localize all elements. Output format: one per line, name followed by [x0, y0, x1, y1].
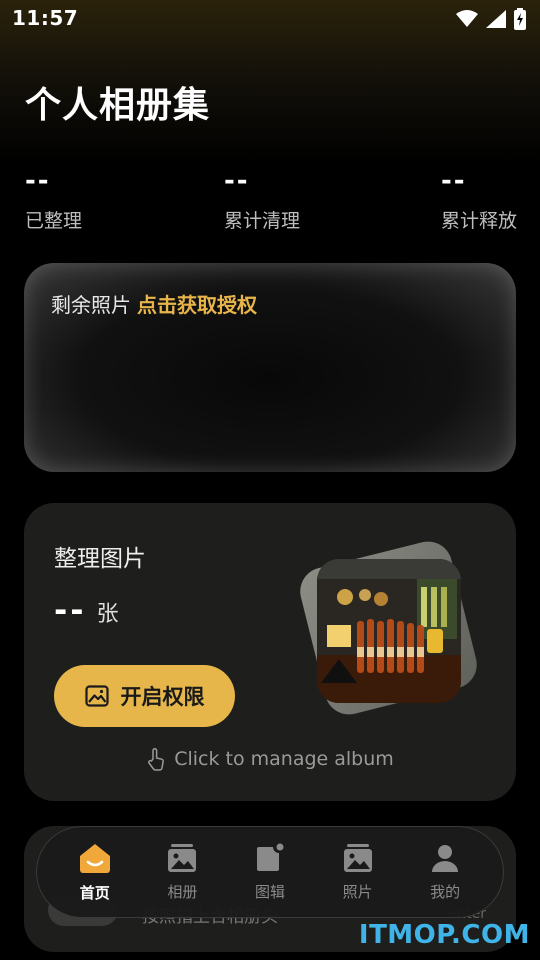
bar-photo-thumbnail: [317, 559, 461, 703]
authorize-link[interactable]: 点击获取授权: [137, 293, 257, 317]
page-title: 个人相册集: [25, 85, 211, 126]
remaining-photos-label: 剩余照片: [51, 293, 131, 317]
tab-album[interactable]: 相册: [142, 843, 222, 902]
manage-album-hint[interactable]: Click to manage album: [24, 747, 516, 771]
profile-icon: [432, 844, 459, 872]
stat-value: --: [441, 166, 467, 196]
stat-released: -- 累计释放: [441, 168, 517, 233]
remaining-photos-card[interactable]: 剩余照片 点击获取授权: [24, 263, 516, 472]
manage-album-text: Click to manage album: [174, 748, 394, 770]
enable-permission-button[interactable]: 开启权限: [54, 665, 235, 727]
album-icon: [168, 843, 197, 872]
watermark: ITMOP.COM: [358, 920, 530, 950]
tab-label: 图辑: [254, 882, 285, 901]
bar-photo-image: [317, 559, 461, 703]
tab-label: 相册: [167, 882, 198, 901]
battery-icon: [514, 8, 526, 30]
status-time: 11:57: [12, 6, 79, 30]
tab-label: 照片: [342, 882, 373, 901]
status-icons: [456, 8, 526, 30]
photo-icon: [343, 843, 372, 872]
tab-label: 首页: [79, 883, 110, 902]
photo-stack: [295, 533, 489, 720]
collection-icon: [256, 843, 284, 871]
signal-icon: [486, 10, 506, 28]
stat-value: --: [25, 166, 51, 196]
organize-count-value: --: [54, 591, 87, 629]
remaining-photos-title: 剩余照片 点击获取授权: [51, 289, 257, 318]
tab-photos[interactable]: 照片: [318, 843, 398, 902]
stat-organized: -- 已整理: [25, 168, 82, 233]
status-bar: 11:57: [0, 0, 540, 36]
wifi-icon: [456, 10, 478, 27]
tab-collection[interactable]: 图辑: [230, 843, 310, 902]
tab-profile[interactable]: 我的: [405, 843, 485, 902]
header-gradient: [0, 0, 540, 300]
stat-value: --: [224, 166, 250, 196]
stat-label: 累计清理: [224, 210, 301, 232]
organize-title: 整理图片: [54, 546, 146, 572]
bottom-tab-bar: 首页 相册 图辑 照片 我的: [36, 826, 504, 918]
stat-cleaned: -- 累计清理: [224, 168, 300, 233]
tap-hand-icon: [148, 747, 165, 771]
stat-label: 累计释放: [441, 210, 518, 232]
organize-count-unit: 张: [96, 602, 119, 627]
home-icon: [79, 843, 110, 873]
tab-home[interactable]: 首页: [55, 842, 135, 903]
image-icon: [84, 685, 109, 707]
tab-label: 我的: [430, 882, 461, 901]
stat-label: 已整理: [25, 210, 83, 232]
organize-card: 整理图片 -- 张 开启权限 Click to manage album: [24, 503, 516, 801]
enable-permission-label: 开启权限: [120, 685, 205, 709]
organize-count: -- 张: [54, 591, 119, 629]
